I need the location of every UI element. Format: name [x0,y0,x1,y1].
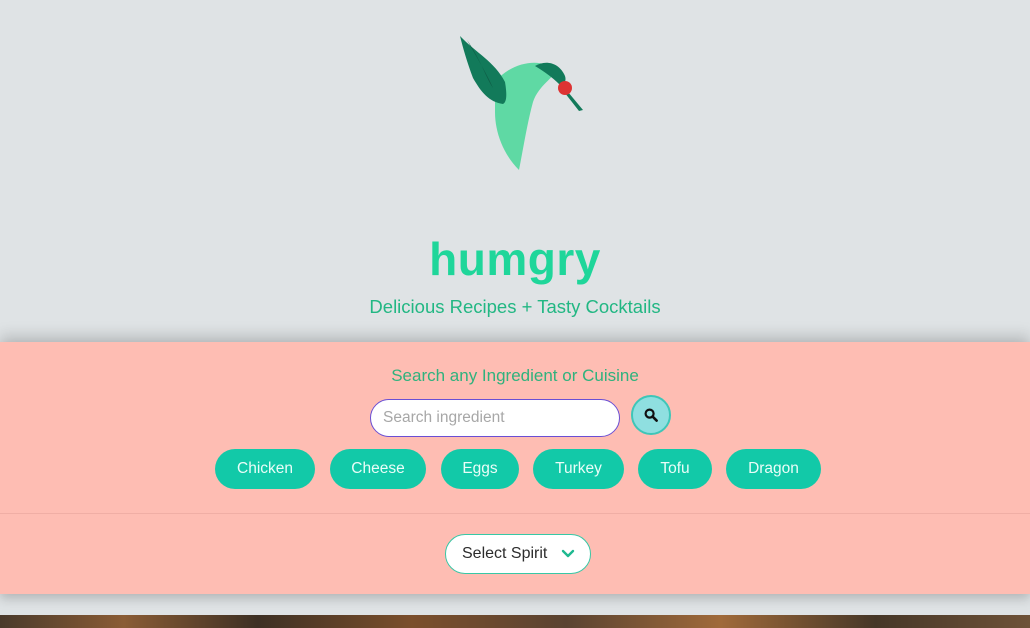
chip-chicken[interactable]: Chicken [215,449,315,489]
spirit-select-value: Select Spirit [462,545,548,562]
hero-section: humgry Delicious Recipes + Tasty Cocktai… [0,0,1030,342]
spirit-select[interactable]: Select Spirit [445,534,591,574]
search-icon [644,408,658,422]
background-image-strip [0,615,1030,628]
ingredient-chips: Chicken Cheese Eggs Turkey Tofu Dragon [0,449,1030,489]
search-panel: Search any Ingredient or Cuisine Chicken… [0,342,1030,594]
search-input[interactable] [370,399,620,437]
chip-dragon[interactable]: Dragon [726,449,821,489]
brand-tagline: Delicious Recipes + Tasty Cocktails [369,296,661,317]
chevron-down-icon [561,549,575,558]
chip-turkey[interactable]: Turkey [533,449,624,489]
section-divider [0,513,1030,514]
chip-cheese[interactable]: Cheese [330,449,426,489]
hummingbird-logo [460,36,583,170]
search-heading: Search any Ingredient or Cuisine [391,366,639,385]
chip-tofu[interactable]: Tofu [638,449,712,489]
chip-eggs[interactable]: Eggs [441,449,519,489]
search-button[interactable] [631,395,671,435]
brand-title: humgry [429,233,601,285]
